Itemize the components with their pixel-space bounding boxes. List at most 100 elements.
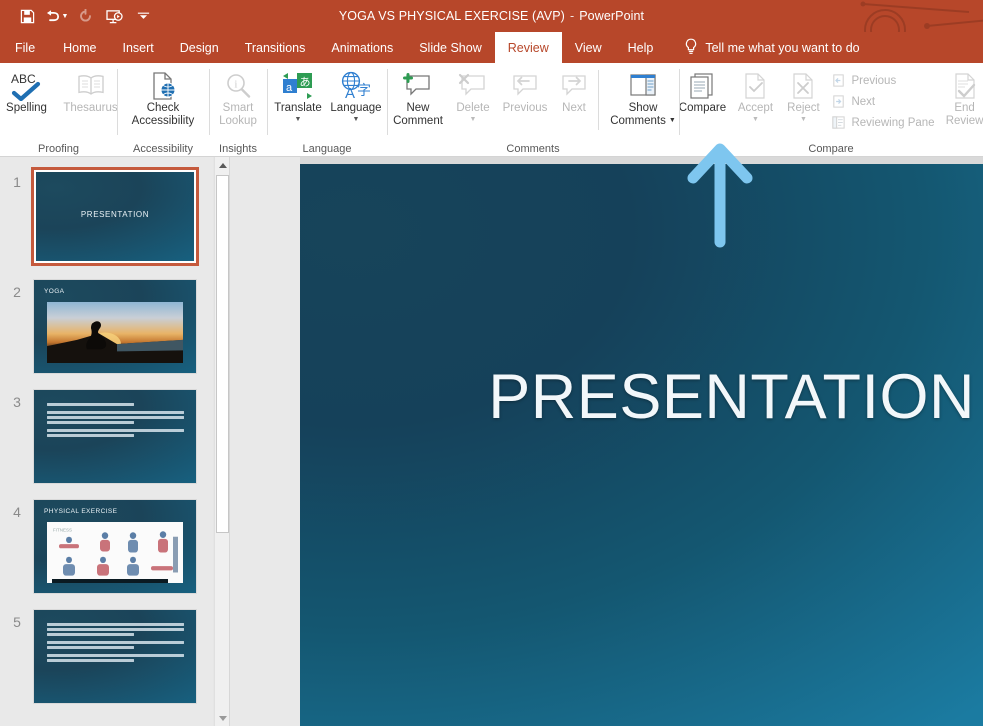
undo-button[interactable]: ▼ (43, 4, 70, 28)
check-accessibility-icon (148, 69, 178, 102)
end-review-button[interactable]: End Review (941, 66, 983, 132)
save-icon (20, 9, 35, 24)
thumbnail-slide-5[interactable]: 5 (0, 610, 213, 710)
reviewing-pane-button[interactable]: Reviewing Pane (827, 112, 940, 133)
language-dropdown-caret[interactable]: ▼ (353, 116, 360, 124)
scroll-down-button[interactable] (215, 710, 230, 726)
tab-transitions[interactable]: Transitions (232, 32, 319, 63)
show-comments-label-2: Comments (610, 115, 666, 128)
tab-view[interactable]: View (562, 32, 615, 63)
undo-dropdown-caret[interactable]: ▼ (62, 13, 69, 20)
slide-title-text[interactable]: PRESENTATION (300, 362, 975, 432)
tab-design[interactable]: Design (167, 32, 232, 63)
thumbnail-text-line (47, 403, 134, 406)
delete-comment-label: Delete (456, 102, 489, 115)
thumbnail-slide-1[interactable]: 1PRESENTATION (0, 170, 213, 270)
thumbnail-text-line (47, 421, 134, 424)
thumbnail-text-line (47, 429, 184, 432)
scroll-up-button[interactable] (215, 157, 230, 173)
pane-splitter[interactable] (229, 157, 300, 726)
thumbnail-slide-3[interactable]: 3 (0, 390, 213, 490)
ribbon-tabs: FileHomeInsertDesignTransitionsAnimation… (0, 32, 983, 63)
thumbnail-bullet-group (47, 403, 187, 406)
redo-icon (78, 9, 93, 23)
tab-animations[interactable]: Animations (318, 32, 406, 63)
tab-insert[interactable]: Insert (110, 32, 167, 63)
svg-text:i: i (234, 78, 237, 90)
save-button[interactable] (14, 4, 41, 28)
thumbnail-slide-background: PHYSICAL EXERCISEFITNESS (34, 500, 196, 593)
title-separator: - (570, 9, 574, 23)
thumbnail-frame[interactable]: PHYSICAL EXERCISEFITNESS (34, 500, 196, 593)
slide-thumbnail-pane[interactable]: 1PRESENTATION2YOGA34PHYSICAL EXERCISEFIT… (0, 157, 213, 726)
new-comment-button[interactable]: New Comment (387, 66, 449, 132)
spelling-icon: ABC (8, 69, 46, 102)
thumbnail-slide-4[interactable]: 4PHYSICAL EXERCISEFITNESS (0, 500, 213, 600)
thumbnail-bullet-group (47, 641, 187, 649)
thumbnail-text-line (47, 654, 184, 657)
scrollbar-thumb[interactable] (216, 175, 229, 533)
accept-caret[interactable]: ▼ (752, 116, 759, 124)
smart-lookup-button[interactable]: i Smart Lookup (212, 66, 264, 132)
start-slideshow-button[interactable] (101, 4, 128, 28)
show-comments-label-1: Show (629, 102, 658, 115)
tab-home[interactable]: Home (50, 32, 109, 63)
thesaurus-label: Thesaurus (63, 102, 117, 115)
thumbnail-text-line (47, 641, 184, 644)
thumbnail-title-text: PRESENTATION (36, 210, 194, 219)
thesaurus-button[interactable]: Thesaurus (59, 66, 123, 132)
thumbnail-frame[interactable] (34, 390, 196, 483)
quick-access-toolbar: ▼ (14, 4, 157, 28)
show-comments-icon (628, 69, 658, 102)
current-slide[interactable]: PRESENTATION (300, 164, 983, 726)
tell-me-search[interactable]: Tell me what you want to do (684, 32, 859, 63)
next-change-button[interactable]: Next (827, 91, 940, 112)
thumbnail-slide-background: PRESENTATION (36, 172, 194, 261)
thumbnail-frame[interactable]: YOGA (34, 280, 196, 373)
thumbnail-frame[interactable]: PRESENTATION (34, 170, 196, 263)
language-button[interactable]: A 字 Language ▼ (327, 66, 385, 132)
customize-qat-button[interactable] (130, 4, 157, 28)
delete-comment-icon (457, 69, 489, 102)
previous-comment-button[interactable]: Previous (497, 66, 553, 132)
undo-icon (45, 9, 61, 23)
thumbnail-bullet-group (47, 411, 187, 424)
slide-editing-stage: PRESENTATION (300, 157, 983, 726)
thumbnail-title-text: PHYSICAL EXERCISE (44, 508, 117, 515)
thumbnail-frame[interactable] (34, 610, 196, 703)
comments-group-divider (598, 70, 599, 130)
ribbon-tab-bar: FileHomeInsertDesignTransitionsAnimation… (0, 32, 983, 63)
spelling-button[interactable]: ABC Spelling (0, 66, 59, 132)
compare-button[interactable]: Compare (673, 66, 731, 132)
delete-comment-caret[interactable]: ▼ (470, 116, 477, 124)
delete-comment-button[interactable]: Delete ▼ (449, 66, 497, 132)
tab-slide-show[interactable]: Slide Show (406, 32, 495, 63)
ribbon-group-proofing: ABC Spelling Thesaurus (0, 63, 117, 157)
accept-icon (741, 69, 769, 102)
end-review-label-2: Review (946, 115, 983, 128)
tab-review[interactable]: Review (495, 32, 562, 63)
next-comment-button[interactable]: Next (553, 66, 595, 132)
check-accessibility-button[interactable]: Check Accessibility (123, 66, 203, 132)
redo-button[interactable] (72, 4, 99, 28)
tab-file[interactable]: File (0, 32, 50, 63)
thumbnail-text-line (47, 411, 184, 414)
previous-change-button[interactable]: Previous (827, 70, 940, 91)
thumbnail-slide-2[interactable]: 2YOGA (0, 280, 213, 380)
group-title-language: Language (267, 143, 387, 155)
next-change-icon (830, 94, 846, 110)
compare-label: Compare (679, 102, 726, 115)
tab-help[interactable]: Help (615, 32, 667, 63)
group-title-insights: Insights (209, 143, 267, 155)
reject-button[interactable]: Reject ▼ (779, 66, 827, 132)
ribbon: ABC Spelling Thesaurus (0, 63, 983, 157)
thesaurus-icon (75, 69, 107, 102)
translate-dropdown-caret[interactable]: ▼ (295, 116, 302, 124)
accept-button[interactable]: Accept ▼ (731, 66, 779, 132)
end-review-icon (951, 69, 979, 102)
thumbnail-title-text: YOGA (44, 288, 64, 295)
thumbnail-pane-scrollbar[interactable] (214, 157, 229, 726)
reject-caret[interactable]: ▼ (800, 116, 807, 124)
svg-text:あ: あ (300, 75, 311, 88)
translate-button[interactable]: a あ Translate ▼ (269, 66, 327, 132)
